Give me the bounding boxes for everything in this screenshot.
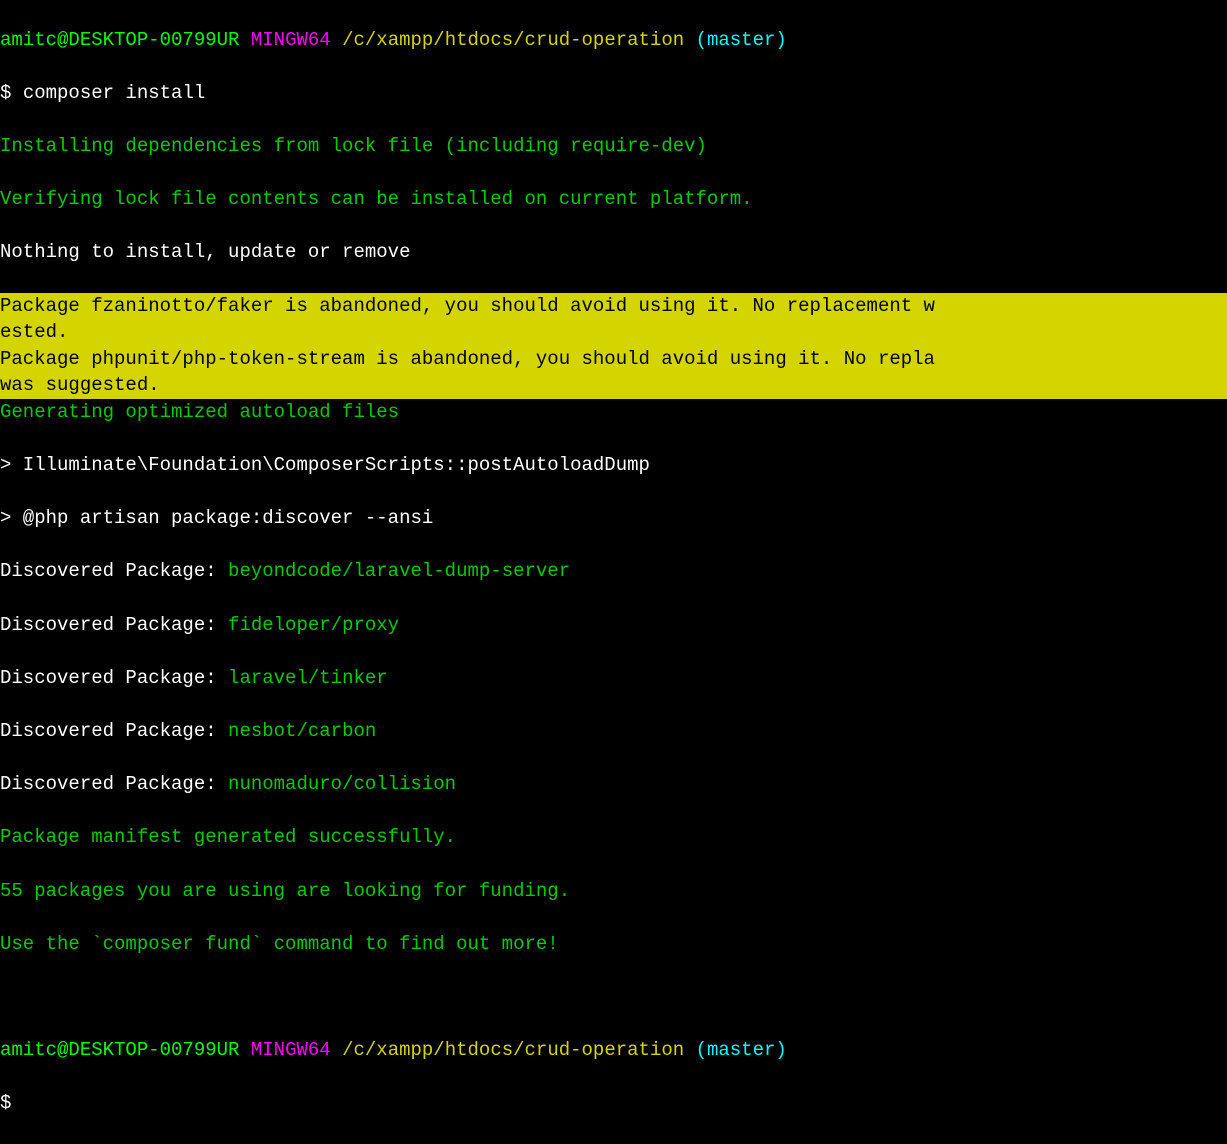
discovered-label: Discovered Package: — [0, 773, 228, 795]
discovered-label: Discovered Package: — [0, 614, 228, 636]
user-host: amitc@DESKTOP-00799UR — [0, 29, 239, 51]
discovered-package-4: Discovered Package: nesbot/carbon — [0, 718, 1227, 745]
discovered-package-3: Discovered Package: laravel/tinker — [0, 665, 1227, 692]
command-line-2[interactable]: $ — [0, 1090, 1227, 1117]
output-installing: Installing dependencies from lock file (… — [0, 133, 1227, 160]
output-composer-scripts: > Illuminate\Foundation\ComposerScripts:… — [0, 452, 1227, 479]
mingw-label: MINGW64 — [251, 29, 331, 51]
discovered-package-2: Discovered Package: fideloper/proxy — [0, 612, 1227, 639]
prompt-symbol: $ — [0, 1092, 11, 1114]
output-generating: Generating optimized autoload files — [0, 399, 1227, 426]
prompt-symbol: $ — [0, 82, 11, 104]
warning-line-4: was suggested. — [0, 372, 1227, 399]
git-branch: (master) — [696, 29, 787, 51]
cwd-path: /c/xampp/htdocs/crud-operation — [342, 1039, 684, 1061]
package-name: laravel/tinker — [228, 667, 388, 689]
mingw-label: MINGW64 — [251, 1039, 331, 1061]
warning-line-1: Package fzaninotto/faker is abandoned, y… — [0, 293, 1227, 320]
package-name: nunomaduro/collision — [228, 773, 456, 795]
blank-line — [0, 984, 1227, 1011]
warning-line-3: Package phpunit/php-token-stream is aban… — [0, 346, 1227, 373]
discovered-label: Discovered Package: — [0, 667, 228, 689]
discovered-package-1: Discovered Package: beyondcode/laravel-d… — [0, 558, 1227, 585]
package-name: fideloper/proxy — [228, 614, 399, 636]
user-host: amitc@DESKTOP-00799UR — [0, 1039, 239, 1061]
output-verifying: Verifying lock file contents can be inst… — [0, 186, 1227, 213]
output-funding-hint: Use the `composer fund` command to find … — [0, 931, 1227, 958]
package-name: beyondcode/laravel-dump-server — [228, 560, 570, 582]
command-line-1: $ composer install — [0, 80, 1227, 107]
discovered-label: Discovered Package: — [0, 720, 228, 742]
command-text: composer install — [23, 82, 205, 104]
output-manifest: Package manifest generated successfully. — [0, 824, 1227, 851]
output-funding-count: 55 packages you are using are looking fo… — [0, 878, 1227, 905]
package-name: nesbot/carbon — [228, 720, 376, 742]
output-nothing: Nothing to install, update or remove — [0, 239, 1227, 266]
warning-line-2: ested. — [0, 319, 1227, 346]
prompt-line-1: amitc@DESKTOP-00799UR MINGW64 /c/xampp/h… — [0, 27, 1227, 54]
terminal-output[interactable]: amitc@DESKTOP-00799UR MINGW64 /c/xampp/h… — [0, 0, 1227, 1144]
output-artisan: > @php artisan package:discover --ansi — [0, 505, 1227, 532]
discovered-package-5: Discovered Package: nunomaduro/collision — [0, 771, 1227, 798]
discovered-label: Discovered Package: — [0, 560, 228, 582]
cwd-path: /c/xampp/htdocs/crud-operation — [342, 29, 684, 51]
git-branch: (master) — [696, 1039, 787, 1061]
prompt-line-2: amitc@DESKTOP-00799UR MINGW64 /c/xampp/h… — [0, 1037, 1227, 1064]
